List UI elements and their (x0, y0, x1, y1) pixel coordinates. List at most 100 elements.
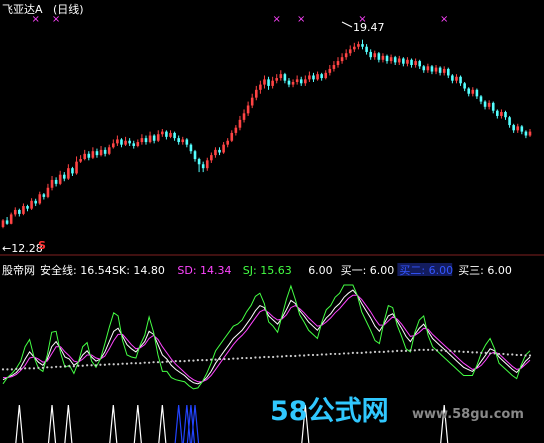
safety-line-dot (258, 356, 261, 359)
candle-body (79, 159, 82, 162)
candle-body (181, 139, 185, 143)
candle-body (136, 142, 140, 146)
sell-signal-label: S (38, 239, 46, 252)
candle-body (144, 138, 148, 143)
safety-line-dot (139, 362, 142, 365)
safety-line-dot (435, 349, 439, 352)
indicator-item: 买二: 6.00 (399, 264, 453, 277)
candle-body (446, 68, 450, 76)
safety-line-dot (440, 349, 443, 352)
safety-line-dot (24, 367, 27, 370)
safety-line-dot (280, 355, 284, 358)
safety-line-dot (489, 352, 492, 355)
safety-line-dot (351, 351, 354, 355)
safety-line-dot (484, 351, 487, 355)
candle-body (267, 79, 270, 86)
safety-line-dot (263, 355, 266, 359)
safety-line-dot (413, 349, 416, 352)
safety-line-dot (218, 357, 222, 361)
candle-body (373, 53, 377, 58)
safety-line-dot (356, 351, 359, 355)
candle-body (393, 57, 397, 63)
candle-body (5, 220, 9, 224)
safety-line-dot (409, 349, 412, 352)
safety-line-dot (342, 352, 346, 355)
safety-line-dot (311, 353, 315, 357)
safety-line-dot (462, 350, 465, 353)
safety-line-dot (94, 364, 98, 367)
candle-body (210, 155, 213, 161)
safety-line-dot (77, 364, 80, 367)
candle-body (120, 139, 123, 145)
safety-line-dot (320, 353, 323, 356)
candle-body (13, 209, 17, 215)
indicator-item: SJ: 15.63 (243, 264, 292, 277)
safety-line-dot (387, 350, 390, 353)
safety-line-dot (165, 360, 168, 363)
candle-body (459, 76, 462, 84)
safety-line-dot (396, 349, 399, 352)
safety-line-dot (41, 366, 44, 369)
safety-line-dot (108, 363, 111, 366)
candle-body (193, 151, 197, 160)
safety-line-dot (347, 352, 350, 355)
candle-body (165, 131, 168, 137)
candle-body (38, 194, 42, 204)
safety-line-dot (19, 367, 22, 370)
safety-line-dot (210, 358, 213, 361)
candle-body (304, 79, 307, 84)
candle-body (103, 149, 107, 154)
safety-line-dot (373, 350, 377, 353)
safety-line-dot (528, 354, 532, 357)
candle-body (528, 131, 532, 136)
candle-body (95, 151, 99, 156)
candle-body (46, 187, 50, 197)
spike-white (47, 404, 57, 443)
candle-body (30, 200, 33, 209)
safety-line-dot (360, 351, 363, 355)
candle-body (434, 67, 438, 72)
candle-body (467, 88, 471, 94)
candle-body (71, 168, 74, 174)
safety-line-dot (493, 352, 496, 355)
safety-line-dot (241, 356, 244, 360)
safety-line-dot (134, 362, 137, 365)
safety-line-dot (125, 362, 129, 365)
safety-line-dot (55, 365, 58, 368)
candle-body (62, 174, 66, 179)
safety-line-dot (32, 367, 36, 370)
candle-body (430, 66, 434, 72)
safety-line-dot (205, 359, 208, 362)
safety-line-dot (524, 354, 527, 357)
safety-line-dot (502, 352, 505, 356)
safety-line-dot (90, 364, 93, 367)
candle-body (169, 132, 172, 137)
candle-body (520, 126, 524, 132)
safety-line-dot (267, 355, 270, 359)
indicator-item: 买三: 6.00 (458, 264, 512, 277)
candle-body (287, 80, 291, 85)
candle-body (226, 140, 229, 145)
safety-line-dot (466, 350, 470, 353)
candle-body (295, 79, 299, 82)
candle-body (246, 105, 250, 114)
safety-line-dot (338, 352, 341, 356)
safety-line-dot (285, 354, 288, 358)
safety-line-dot (334, 352, 337, 356)
safety-line-dot (86, 364, 89, 367)
candle-body (328, 68, 332, 73)
safety-line-dot (112, 363, 115, 366)
signal-marker-x: × (297, 14, 305, 25)
indicator-item: SD: 14.34 (177, 264, 231, 277)
candle-body (414, 61, 417, 66)
safety-line-dot (121, 362, 124, 365)
safety-line-dot (444, 349, 447, 352)
candle-body (389, 57, 393, 62)
max-pointer (341, 21, 353, 28)
safety-line-dot (422, 348, 425, 351)
candle-body (50, 179, 54, 188)
candle-body (365, 46, 368, 52)
candle-body (332, 65, 336, 69)
safety-line-dot (418, 348, 421, 351)
candle-body (471, 89, 475, 94)
